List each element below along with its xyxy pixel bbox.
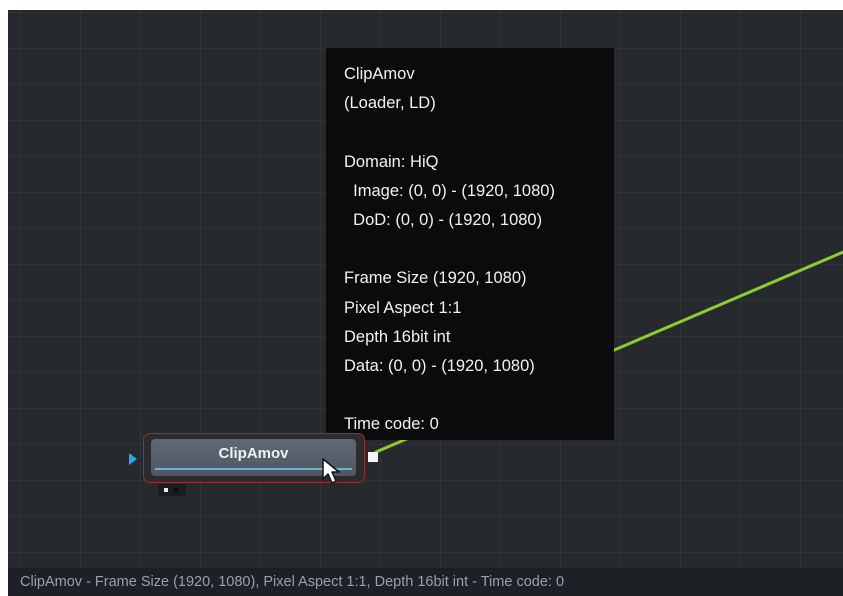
tooltip-line: Frame Size (1920, 1080) — [344, 269, 527, 288]
status-bar: ClipAmov - Frame Size (1920, 1080), Pixe… — [8, 568, 843, 596]
tooltip-line: Data: (0, 0) - (1920, 1080) — [344, 356, 535, 375]
node-info-tooltip: ClipAmov (Loader, LD) Domain: HiQ Image:… — [326, 48, 614, 440]
tooltip-line: DoD: (0, 0) - (1920, 1080) — [344, 210, 543, 229]
tooltip-line — [344, 235, 614, 264]
view-dot-right — [173, 487, 179, 493]
tooltip-line: Depth 16bit int — [344, 327, 451, 346]
view-dot-left — [164, 488, 168, 492]
square-icon[interactable] — [368, 452, 378, 462]
tooltip-line: ClipAmov — [344, 65, 415, 83]
mouse-pointer-icon — [322, 458, 340, 484]
view-dots-icon[interactable] — [158, 484, 186, 496]
tooltip-line: Domain: HiQ — [344, 152, 439, 171]
node-editor-canvas[interactable]: ClipAmov (Loader, LD) Domain: HiQ Image:… — [8, 10, 843, 568]
tooltip-line: Pixel Aspect 1:1 — [344, 298, 462, 317]
tooltip-line — [344, 381, 614, 410]
tooltip-line: (Loader, LD) — [344, 94, 436, 113]
tooltip-line: Image: (0, 0) - (1920, 1080) — [344, 181, 555, 200]
tooltip-line — [344, 118, 614, 147]
triangle-right-icon[interactable] — [129, 453, 137, 465]
tooltip-line: Time code: 0 — [344, 415, 439, 434]
app-window: ClipAmov (Loader, LD) Domain: HiQ Image:… — [0, 0, 843, 596]
